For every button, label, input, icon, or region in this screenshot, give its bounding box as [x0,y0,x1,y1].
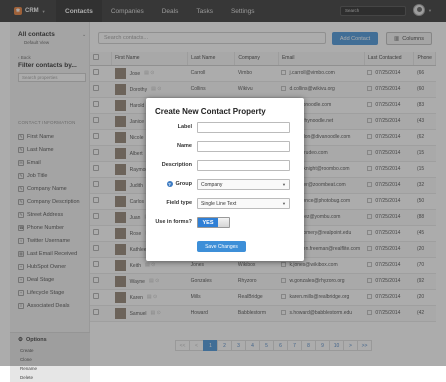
description-input[interactable] [197,160,290,171]
forms-row: Use in forms? YES [146,217,304,228]
name-row: Name [146,141,304,152]
name-input[interactable] [197,141,290,152]
modal-title: Create New Contact Property [155,107,266,116]
label-input[interactable] [197,122,290,133]
label-field-label: Label [177,124,192,130]
description-row: Description [146,160,304,171]
use-in-forms-toggle[interactable]: YES [197,217,230,228]
group-select[interactable]: Company ▼ [197,179,290,190]
chevron-down-icon: ▼ [282,182,286,187]
chevron-down-icon: ▼ [282,201,286,206]
group-row: ? Group Company ▼ [146,179,304,190]
create-property-modal: Create New Contact Property Label Name D… [146,98,304,261]
name-field-label: Name [177,143,192,149]
option-delete[interactable]: Delete [18,373,90,382]
fieldtype-select[interactable]: Single Line Text ▼ [197,198,290,209]
toggle-state: YES [198,218,218,227]
group-field-label: ? Group [166,181,192,187]
forms-field-label: Use in forms? [155,219,192,225]
help-icon[interactable]: ? [166,181,173,187]
save-changes-button[interactable]: Save Changes [197,241,246,252]
label-row: Label [146,122,304,133]
fieldtype-field-label: Field type [166,200,192,206]
toggle-knob[interactable] [218,218,229,227]
fieldtype-row: Field type Single Line Text ▼ [146,198,304,209]
description-field-label: Description [161,162,192,168]
